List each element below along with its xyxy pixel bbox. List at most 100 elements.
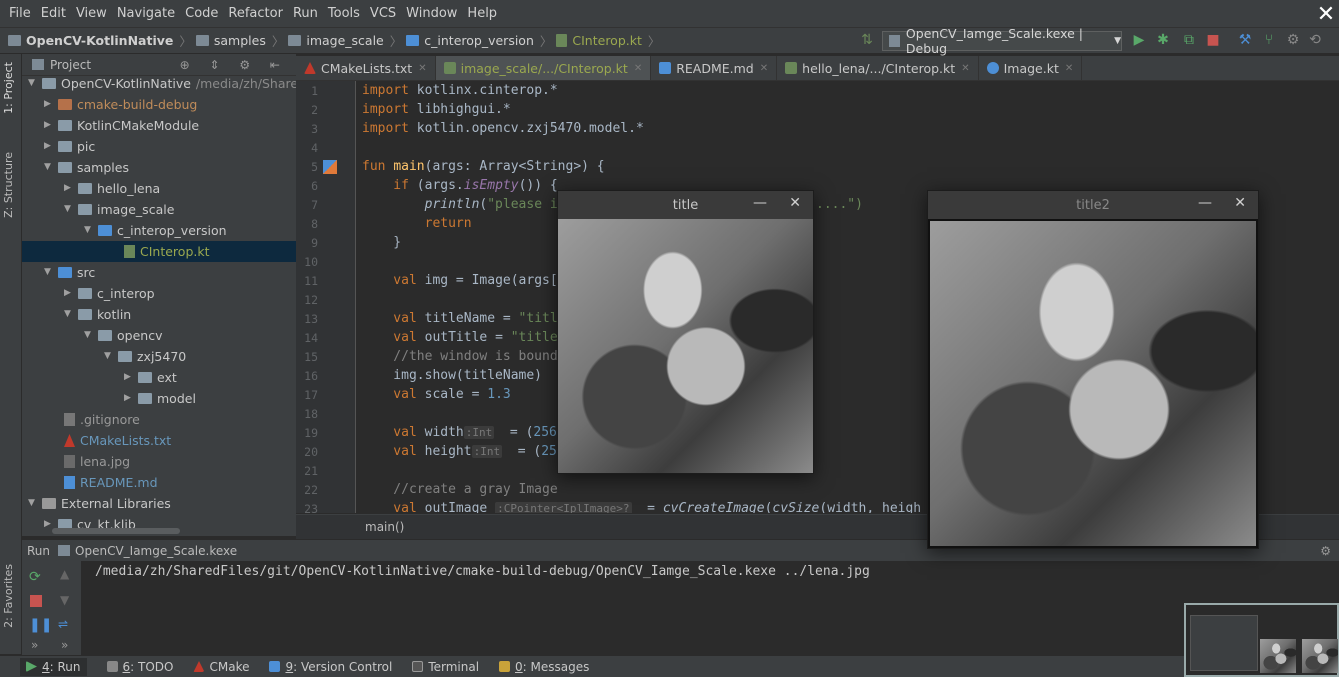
breadcrumb-image-scale[interactable]: image_scale 〉 [288,31,402,50]
project-tree: ▼OpenCV-KotlinNative/media/zh/SharedF ▶c… [22,76,296,536]
workspace-thumbnail[interactable] [1184,603,1339,677]
tree-item[interactable]: ▼ samples [44,157,129,178]
tree-item[interactable]: ▶ ext [124,367,177,388]
gear-icon[interactable]: ⚙ [1320,544,1331,558]
line-number: 7 [311,198,318,212]
vcs-icon[interactable]: ⑂ [1260,31,1278,49]
horizontal-scrollbar[interactable] [52,528,180,534]
menu-window[interactable]: Window [406,6,457,21]
tree-item[interactable]: README.md [64,472,158,493]
menu-vcs[interactable]: VCS [370,6,396,21]
menu-code[interactable]: Code [185,6,218,21]
tree-item[interactable]: ▼ opencv [84,325,162,346]
tool-terminal[interactable]: Terminal [412,660,479,674]
tab-cinterop-active[interactable]: image_scale/.../CInterop.kt ✕ [435,56,652,80]
line-number: 15 [304,350,318,364]
kotlin-run-icon[interactable] [323,160,337,174]
coverage-icon[interactable]: ⧉ [1180,31,1198,49]
config-icon [58,545,71,556]
more-icon[interactable]: » [31,638,38,652]
breadcrumb-project[interactable]: OpenCV-KotlinNative 〉 [8,31,192,50]
tree-item[interactable]: ▶ hello_lena [64,178,160,199]
window-titlebar[interactable]: title — ✕ [558,191,813,219]
console-output[interactable]: /media/zh/SharedFiles/git/OpenCV-KotlinN… [82,561,1339,655]
menu-help[interactable]: Help [467,6,497,21]
tree-item[interactable]: ▼ src [44,262,95,283]
code-line: val height:Int = (25 [362,444,557,459]
tree-item[interactable]: ▼ c_interop_version [84,220,227,241]
close-icon[interactable]: ✕ [961,63,969,74]
history-icon[interactable]: ⟲ [1306,31,1324,49]
line-number: 4 [311,141,318,155]
tab-cmakelists[interactable]: CMakeLists.txt ✕ [296,56,436,80]
config-icon [889,35,900,47]
tool-todo[interactable]: 6: TODO [106,660,173,674]
tool-messages[interactable]: 0: Messages [499,660,589,674]
menu-bar: File Edit View Navigate Code Refactor Ru… [0,0,1339,28]
arrow-down-icon[interactable]: ▼ [60,593,69,607]
tree-item[interactable]: ▶ KotlinCMakeModule [44,115,199,136]
breadcrumb-c-interop-version[interactable]: c_interop_version 〉 [406,31,552,50]
vcs-icon [269,661,281,672]
close-icon[interactable]: ✕ [760,63,768,74]
menu-view[interactable]: View [76,6,107,21]
tree-item[interactable]: ▼ image_scale [64,199,174,220]
menu-navigate[interactable]: Navigate [117,6,175,21]
arrow-up-icon[interactable]: ▲ [60,567,69,581]
stop-icon[interactable]: ■ [1204,31,1222,49]
more-icon[interactable]: » [61,638,68,652]
folder-icon [406,35,420,46]
run-icon[interactable]: ▶ [1130,31,1148,49]
close-icon[interactable]: ✕ [1313,4,1339,28]
menu-refactor[interactable]: Refactor [228,6,283,21]
rerun-icon[interactable]: ⟳ [29,569,41,585]
tool-cmake[interactable]: CMake [193,660,249,674]
close-icon[interactable]: ✕ [1234,195,1246,211]
stop-icon[interactable] [30,595,42,607]
close-icon[interactable]: ✕ [634,63,642,74]
tree-item[interactable]: ▶ c_interop [64,283,155,304]
tree-item[interactable]: ▼ External Libraries [28,493,171,514]
menu-edit[interactable]: Edit [41,6,66,21]
minimize-icon[interactable]: — [753,195,767,211]
tab-readme[interactable]: README.md ✕ [651,56,778,80]
code-line: val width:Int = (256 [362,425,557,440]
build-icon[interactable]: ⚒ [1236,31,1254,49]
tool-run[interactable]: 4: Run [20,657,87,676]
panel-options-icon[interactable]: ⊕ ⇕ ⚙ ⇤ [180,58,288,72]
tree-item[interactable]: lena.jpg [64,451,130,472]
tree-item[interactable]: CMakeLists.txt [64,430,171,451]
tree-item-selected[interactable]: CInterop.kt [22,241,296,262]
minimize-icon[interactable]: — [1198,195,1212,211]
tab-project[interactable]: 1: Project [2,62,15,114]
tab-favorites[interactable]: 2: Favorites [2,564,15,628]
breadcrumb-samples[interactable]: samples 〉 [195,31,284,50]
debug-icon[interactable]: ✱ [1154,31,1172,49]
tree-item[interactable]: ▼OpenCV-KotlinNative/media/zh/SharedF [28,76,296,94]
tree-item[interactable]: ▶ pic [44,136,95,157]
close-icon[interactable]: ✕ [1065,63,1073,74]
tree-item[interactable]: ▶ cmake-build-debug [44,94,197,115]
window-titlebar[interactable]: title2 — ✕ [928,191,1258,219]
tab-hello-lena-cinterop[interactable]: hello_lena/.../CInterop.kt ✕ [777,56,979,80]
line-number: 22 [304,483,318,497]
tab-structure[interactable]: Z: Structure [2,152,15,218]
pause-icon[interactable]: ❚❚ [29,617,52,633]
menu-file[interactable]: File [9,6,31,21]
breadcrumb-cinterop-kt[interactable]: CInterop.kt 〉 [556,31,660,50]
wrap-icon[interactable]: ⇌ [58,617,68,631]
cmake-icon [304,62,316,74]
menu-run[interactable]: Run [293,6,318,21]
close-icon[interactable]: ✕ [789,195,801,211]
tree-item[interactable]: ▼ zxj5470 [104,346,186,367]
settings-icon[interactable]: ⚙ [1284,31,1302,49]
run-config-select[interactable]: OpenCV_Iamge_Scale.kexe | Debug ▼ [882,26,1122,56]
tool-version-control[interactable]: 9: Version Control [269,660,392,674]
menu-tools[interactable]: Tools [328,6,360,21]
tree-item[interactable]: .gitignore [64,409,140,430]
close-icon[interactable]: ✕ [418,63,426,74]
tree-item[interactable]: ▶ model [124,388,196,409]
tab-image-kt[interactable]: Image.kt ✕ [979,56,1083,80]
vcs-update-icon[interactable]: ⇅ [858,31,876,49]
tree-item[interactable]: ▼ kotlin [64,304,131,325]
